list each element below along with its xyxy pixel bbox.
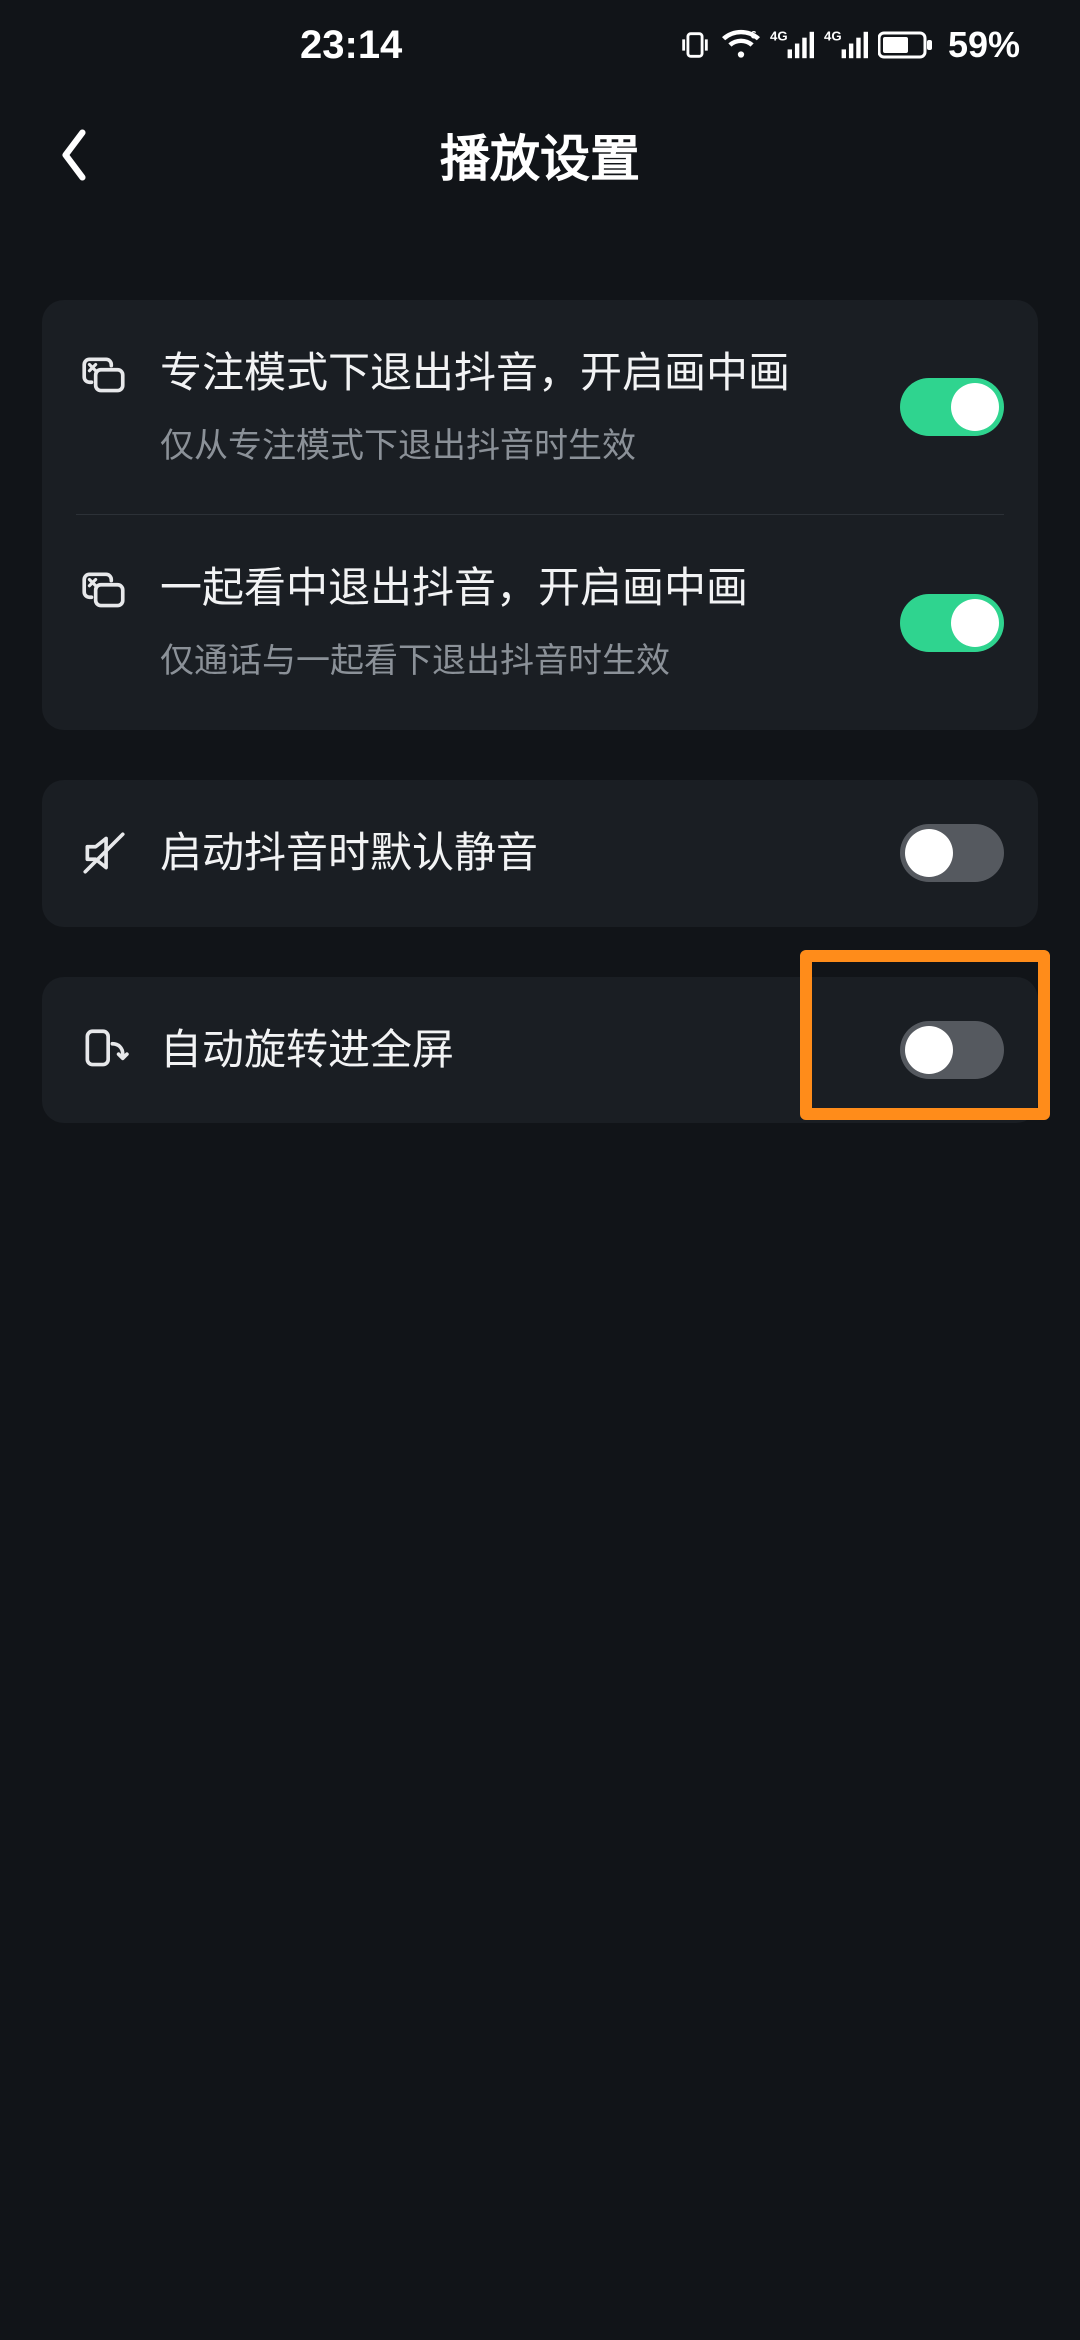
row-default-mute[interactable]: 启动抖音时默认静音 [76,780,1004,927]
row-title: 一起看中退出抖音，开启画中画 [160,559,872,618]
toggle-default-mute[interactable] [900,824,1004,882]
settings-content: 专注模式下退出抖音，开启画中画 仅从专注模式下退出抖音时生效 一起看中退出抖音，… [0,220,1080,1123]
status-time: 23:14 [300,23,402,68]
rotate-icon [76,1022,132,1078]
row-title: 自动旋转进全屏 [160,1021,872,1080]
pip-icon [76,563,132,619]
chevron-left-icon [57,127,91,183]
signal-2-icon: 4G [824,28,868,62]
status-icons: 6 4G 4G [678,24,1020,66]
nav-bar: 播放设置 [0,90,1080,220]
pip-icon [76,348,132,404]
row-pip-focus[interactable]: 专注模式下退出抖音，开启画中画 仅从专注模式下退出抖音时生效 [76,300,1004,514]
battery-icon [878,30,934,60]
page-title: 播放设置 [0,119,1080,191]
toggle-pip-focus[interactable] [900,378,1004,436]
toggle-pip-watch-together[interactable] [900,594,1004,652]
toggle-auto-rotate[interactable] [900,1021,1004,1079]
row-subtitle: 仅通话与一起看下退出抖音时生效 [160,638,872,686]
wifi-icon: 6 [722,28,760,62]
row-pip-watch-together[interactable]: 一起看中退出抖音，开启画中画 仅通话与一起看下退出抖音时生效 [76,514,1004,729]
battery-percent: 59% [948,24,1020,66]
settings-group-rotate: 自动旋转进全屏 [42,977,1038,1124]
row-subtitle: 仅从专注模式下退出抖音时生效 [160,423,872,471]
settings-group-pip: 专注模式下退出抖音，开启画中画 仅从专注模式下退出抖音时生效 一起看中退出抖音，… [42,300,1038,730]
row-auto-rotate[interactable]: 自动旋转进全屏 [76,977,1004,1124]
signal-1-icon: 4G [770,28,814,62]
svg-text:6: 6 [750,30,756,42]
back-button[interactable] [44,125,104,185]
svg-text:4G: 4G [770,29,788,44]
row-title: 专注模式下退出抖音，开启画中画 [160,344,872,403]
vibrate-icon [678,28,712,62]
settings-group-mute: 启动抖音时默认静音 [42,780,1038,927]
mute-icon [76,825,132,881]
svg-text:4G: 4G [824,29,842,44]
status-bar: 23:14 6 4G 4G [0,0,1080,90]
row-title: 启动抖音时默认静音 [160,824,872,883]
